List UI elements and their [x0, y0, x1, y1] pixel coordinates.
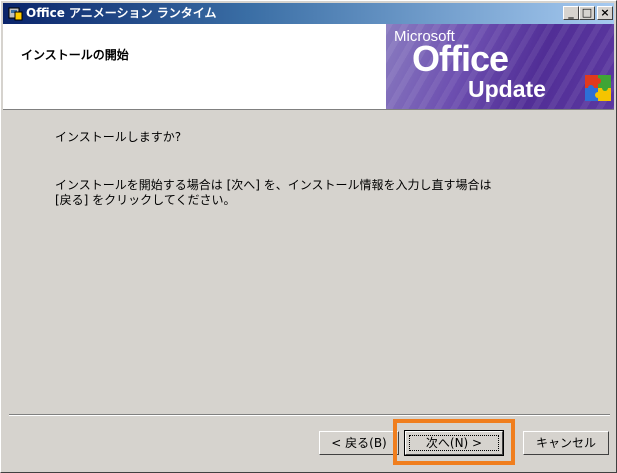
minimize-button[interactable]: _: [563, 6, 579, 20]
installer-window: Office アニメーション ランタイム _ □ × インストールの開始 Mic…: [0, 0, 617, 473]
close-icon: ×: [600, 6, 610, 19]
next-button-highlight: [393, 419, 515, 465]
back-button[interactable]: < 戻る(B): [319, 431, 399, 455]
back-button-label: < 戻る(B): [331, 436, 387, 450]
title-bar[interactable]: Office アニメーション ランタイム _ □ ×: [3, 3, 614, 24]
cancel-button-label: キャンセル: [535, 436, 596, 450]
header-banner: インストールの開始 Microsoft Office Update: [3, 24, 614, 110]
content-area: インストールしますか? インストールを開始する場合は [次へ] を、インストール…: [3, 110, 614, 410]
description-line-1: インストールを開始する場合は [次へ] を、インストール情報を入力し直す場合は: [55, 178, 492, 192]
office-update-logo: Microsoft Office Update: [386, 24, 614, 109]
puzzle-icon: [585, 75, 611, 101]
cancel-button[interactable]: キャンセル: [523, 431, 609, 455]
minimize-icon: _: [568, 6, 574, 19]
banner-update-text: Update: [468, 76, 546, 102]
install-description: インストールを開始する場合は [次へ] を、インストール情報を入力し直す場合は …: [55, 178, 575, 208]
close-button[interactable]: ×: [597, 6, 613, 20]
maximize-button[interactable]: □: [579, 6, 595, 20]
window-title: Office アニメーション ランタイム: [26, 6, 217, 20]
install-question: インストールしますか?: [55, 130, 182, 144]
page-title: インストールの開始: [21, 48, 129, 62]
button-divider: [9, 414, 610, 416]
installer-icon: [8, 7, 23, 21]
description-line-2: [戻る] をクリックしてください。: [55, 193, 236, 207]
banner-office-text: Office: [412, 38, 509, 79]
maximize-icon: □: [581, 6, 593, 19]
